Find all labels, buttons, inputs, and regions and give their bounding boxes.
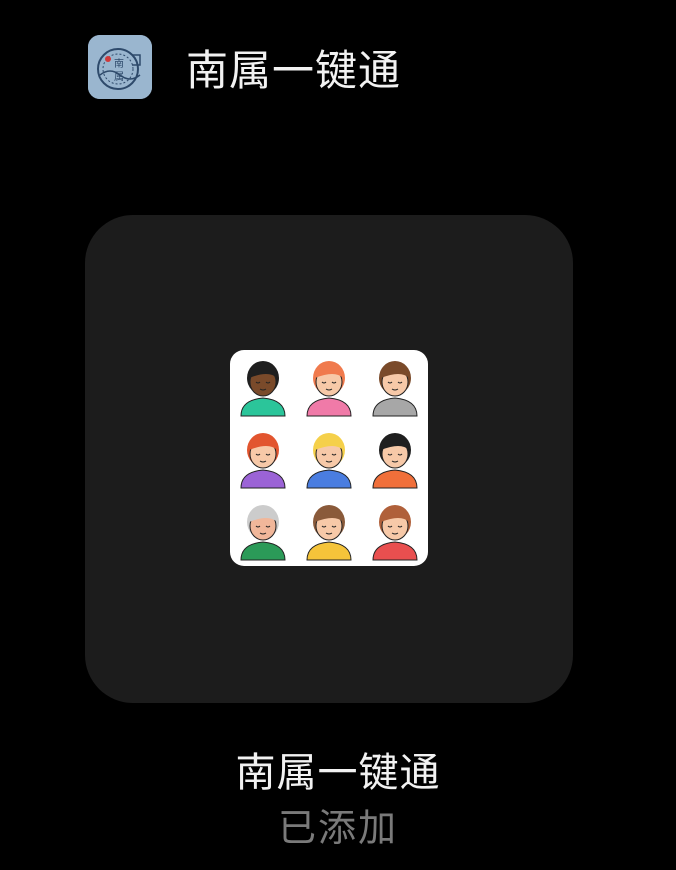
added-status: 已添加 (277, 806, 398, 850)
app-title: 南属一键通 (186, 45, 402, 95)
avatar-3 (372, 361, 418, 417)
avatar-7 (240, 505, 286, 561)
avatar-8 (306, 505, 352, 561)
logo-text-2: 属 (114, 71, 124, 83)
avatar-grid-image (230, 350, 428, 566)
avatar-4 (240, 433, 286, 489)
app-icon[interactable]: 南 属 (88, 35, 152, 99)
avatar-2 (306, 361, 352, 417)
avatar-9 (372, 505, 418, 561)
app-header: 南 属 南属一键通 (88, 35, 401, 99)
avatar-grid-svg (240, 361, 418, 561)
avatar-1 (240, 361, 286, 417)
widget-preview-card[interactable] (85, 215, 573, 703)
nanshu-logo-icon: 南 属 (88, 35, 152, 99)
logo-text-1: 南 (114, 57, 124, 70)
widget-name: 南属一键通 (235, 750, 441, 796)
avatar-6 (372, 433, 418, 489)
avatar-5 (306, 433, 352, 489)
